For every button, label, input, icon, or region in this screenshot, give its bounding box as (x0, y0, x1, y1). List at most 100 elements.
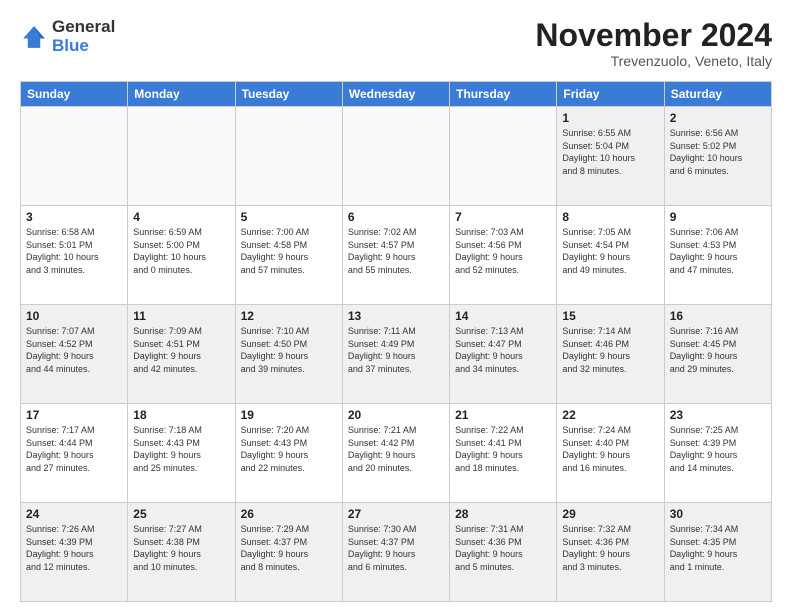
location: Trevenzuolo, Veneto, Italy (535, 53, 772, 69)
table-row: 12 Sunrise: 7:10 AM Sunset: 4:50 PM Dayli… (235, 305, 342, 404)
table-row: 11 Sunrise: 7:09 AM Sunset: 4:51 PM Dayli… (128, 305, 235, 404)
day-info: Sunrise: 7:32 AM Sunset: 4:36 PM Dayligh… (562, 523, 658, 573)
day-info: Sunrise: 7:22 AM Sunset: 4:41 PM Dayligh… (455, 424, 551, 474)
day-number: 9 (670, 210, 766, 224)
day-info: Sunrise: 7:30 AM Sunset: 4:37 PM Dayligh… (348, 523, 444, 573)
col-wednesday: Wednesday (342, 82, 449, 107)
table-row: 16 Sunrise: 7:16 AM Sunset: 4:45 PM Dayli… (664, 305, 771, 404)
day-number: 21 (455, 408, 551, 422)
day-number: 18 (133, 408, 229, 422)
table-row: 14 Sunrise: 7:13 AM Sunset: 4:47 PM Dayli… (450, 305, 557, 404)
col-sunday: Sunday (21, 82, 128, 107)
table-row: 30 Sunrise: 7:34 AM Sunset: 4:35 PM Dayli… (664, 503, 771, 602)
logo-icon (20, 23, 48, 51)
month-title: November 2024 (535, 18, 772, 53)
day-number: 3 (26, 210, 122, 224)
day-number: 29 (562, 507, 658, 521)
table-row: 3Sunrise: 6:58 AM Sunset: 5:01 PM Daylig… (21, 206, 128, 305)
day-number: 27 (348, 507, 444, 521)
table-row: 28 Sunrise: 7:31 AM Sunset: 4:36 PM Dayli… (450, 503, 557, 602)
col-thursday: Thursday (450, 82, 557, 107)
table-row: 26Sunrise: 7:29 AM Sunset: 4:37 PM Dayli… (235, 503, 342, 602)
page: General Blue November 2024 Trevenzuolo, … (0, 0, 792, 612)
table-row: 29 Sunrise: 7:32 AM Sunset: 4:36 PM Dayli… (557, 503, 664, 602)
day-number: 12 (241, 309, 337, 323)
calendar-week-row: 10 Sunrise: 7:07 AM Sunset: 4:52 PM Dayli… (21, 305, 772, 404)
col-friday: Friday (557, 82, 664, 107)
day-number: 1 (562, 111, 658, 125)
day-info: Sunrise: 7:11 AM Sunset: 4:49 PM Dayligh… (348, 325, 444, 375)
day-info: Sunrise: 7:02 AM Sunset: 4:57 PM Dayligh… (348, 226, 444, 276)
col-saturday: Saturday (664, 82, 771, 107)
calendar-header-row: Sunday Monday Tuesday Wednesday Thursday… (21, 82, 772, 107)
day-info: Sunrise: 7:05 AM Sunset: 4:54 PM Dayligh… (562, 226, 658, 276)
day-number: 13 (348, 309, 444, 323)
table-row (342, 107, 449, 206)
calendar-week-row: 1 Sunrise: 6:55 AM Sunset: 5:04 PM Daylig… (21, 107, 772, 206)
header: General Blue November 2024 Trevenzuolo, … (20, 18, 772, 69)
day-info: Sunrise: 6:59 AM Sunset: 5:00 PM Dayligh… (133, 226, 229, 276)
table-row: 20 Sunrise: 7:21 AM Sunset: 4:42 PM Dayli… (342, 404, 449, 503)
table-row: 24Sunrise: 7:26 AM Sunset: 4:39 PM Dayli… (21, 503, 128, 602)
table-row: 19 Sunrise: 7:20 AM Sunset: 4:43 PM Dayli… (235, 404, 342, 503)
day-number: 10 (26, 309, 122, 323)
day-number: 28 (455, 507, 551, 521)
day-info: Sunrise: 7:27 AM Sunset: 4:38 PM Dayligh… (133, 523, 229, 573)
table-row: 23Sunrise: 7:25 AM Sunset: 4:39 PM Dayli… (664, 404, 771, 503)
day-info: Sunrise: 6:56 AM Sunset: 5:02 PM Dayligh… (670, 127, 766, 177)
day-info: Sunrise: 7:21 AM Sunset: 4:42 PM Dayligh… (348, 424, 444, 474)
table-row: 15 Sunrise: 7:14 AM Sunset: 4:46 PM Dayli… (557, 305, 664, 404)
day-info: Sunrise: 7:18 AM Sunset: 4:43 PM Dayligh… (133, 424, 229, 474)
day-info: Sunrise: 7:24 AM Sunset: 4:40 PM Dayligh… (562, 424, 658, 474)
day-info: Sunrise: 7:10 AM Sunset: 4:50 PM Dayligh… (241, 325, 337, 375)
day-number: 20 (348, 408, 444, 422)
table-row: 6 Sunrise: 7:02 AM Sunset: 4:57 PM Daylig… (342, 206, 449, 305)
table-row: 9 Sunrise: 7:06 AM Sunset: 4:53 PM Daylig… (664, 206, 771, 305)
day-info: Sunrise: 6:55 AM Sunset: 5:04 PM Dayligh… (562, 127, 658, 177)
day-info: Sunrise: 7:09 AM Sunset: 4:51 PM Dayligh… (133, 325, 229, 375)
day-number: 16 (670, 309, 766, 323)
day-number: 6 (348, 210, 444, 224)
table-row: 4 Sunrise: 6:59 AM Sunset: 5:00 PM Daylig… (128, 206, 235, 305)
day-info: Sunrise: 7:14 AM Sunset: 4:46 PM Dayligh… (562, 325, 658, 375)
day-info: Sunrise: 7:34 AM Sunset: 4:35 PM Dayligh… (670, 523, 766, 573)
calendar-week-row: 17Sunrise: 7:17 AM Sunset: 4:44 PM Dayli… (21, 404, 772, 503)
day-number: 30 (670, 507, 766, 521)
day-number: 2 (670, 111, 766, 125)
day-number: 8 (562, 210, 658, 224)
day-info: Sunrise: 7:16 AM Sunset: 4:45 PM Dayligh… (670, 325, 766, 375)
day-info: Sunrise: 7:06 AM Sunset: 4:53 PM Dayligh… (670, 226, 766, 276)
logo: General Blue (20, 18, 115, 55)
table-row (235, 107, 342, 206)
table-row (450, 107, 557, 206)
day-number: 15 (562, 309, 658, 323)
col-tuesday: Tuesday (235, 82, 342, 107)
table-row: 5 Sunrise: 7:00 AM Sunset: 4:58 PM Daylig… (235, 206, 342, 305)
day-info: Sunrise: 7:13 AM Sunset: 4:47 PM Dayligh… (455, 325, 551, 375)
day-number: 4 (133, 210, 229, 224)
day-number: 11 (133, 309, 229, 323)
day-info: Sunrise: 7:03 AM Sunset: 4:56 PM Dayligh… (455, 226, 551, 276)
day-number: 7 (455, 210, 551, 224)
day-number: 19 (241, 408, 337, 422)
day-number: 14 (455, 309, 551, 323)
col-monday: Monday (128, 82, 235, 107)
table-row: 21 Sunrise: 7:22 AM Sunset: 4:41 PM Dayli… (450, 404, 557, 503)
day-info: Sunrise: 7:00 AM Sunset: 4:58 PM Dayligh… (241, 226, 337, 276)
day-number: 24 (26, 507, 122, 521)
table-row (21, 107, 128, 206)
day-number: 5 (241, 210, 337, 224)
table-row: 2 Sunrise: 6:56 AM Sunset: 5:02 PM Daylig… (664, 107, 771, 206)
day-number: 25 (133, 507, 229, 521)
table-row: 18 Sunrise: 7:18 AM Sunset: 4:43 PM Dayli… (128, 404, 235, 503)
day-info: Sunrise: 7:20 AM Sunset: 4:43 PM Dayligh… (241, 424, 337, 474)
day-info: Sunrise: 7:07 AM Sunset: 4:52 PM Dayligh… (26, 325, 122, 375)
day-number: 26 (241, 507, 337, 521)
table-row: 13 Sunrise: 7:11 AM Sunset: 4:49 PM Dayli… (342, 305, 449, 404)
table-row: 25 Sunrise: 7:27 AM Sunset: 4:38 PM Dayli… (128, 503, 235, 602)
day-number: 17 (26, 408, 122, 422)
table-row: 1 Sunrise: 6:55 AM Sunset: 5:04 PM Daylig… (557, 107, 664, 206)
table-row: 27 Sunrise: 7:30 AM Sunset: 4:37 PM Dayli… (342, 503, 449, 602)
day-info: Sunrise: 7:31 AM Sunset: 4:36 PM Dayligh… (455, 523, 551, 573)
logo-blue-text: Blue (52, 37, 115, 56)
